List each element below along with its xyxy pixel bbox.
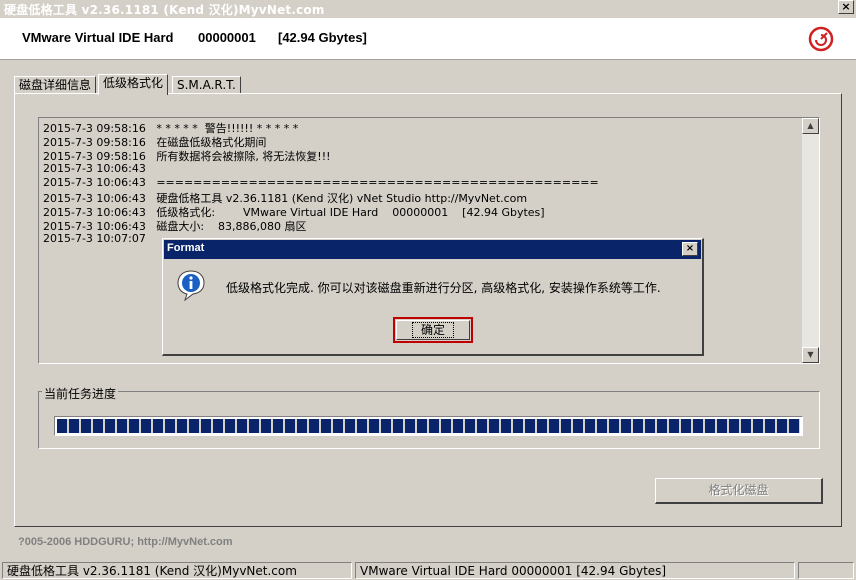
status-app: 硬盘低格工具 v2.36.1181 (Kend 汉化)MyvNet.com	[2, 562, 352, 579]
dialog-close-button[interactable]: ×	[682, 242, 698, 256]
dialog-message: 低级格式化完成. 你可以对该磁盘重新进行分区, 高级格式化, 安装操作系统等工作…	[226, 281, 661, 295]
scroll-down-button[interactable]: ▼	[802, 347, 819, 363]
log-scrollbar[interactable]: ▲ ▼	[802, 118, 819, 363]
log-line: 2015-7-3 10:06:43 ======================…	[43, 176, 599, 189]
status-bar: 硬盘低格工具 v2.36.1181 (Kend 汉化)MyvNet.com VM…	[0, 561, 856, 580]
drive-size: [42.94 Gbytes]	[278, 30, 367, 45]
drive-model: VMware Virtual IDE Hard	[22, 30, 174, 45]
dialog-title-bar: Format ×	[164, 240, 701, 259]
status-extra	[798, 562, 854, 579]
format-dialog: Format × 低级格式化完成. 你可以对该磁盘重新进行分区, 高级格式化, …	[162, 238, 704, 356]
ok-button-label: 确定	[411, 322, 454, 338]
window-close-button[interactable]: ×	[838, 0, 854, 14]
format-disk-button[interactable]: 格式化磁盘	[655, 478, 823, 504]
progress-label: 当前任务进度	[42, 385, 119, 402]
tab-disk-details[interactable]: 磁盘详细信息	[14, 76, 97, 94]
progress-bar	[54, 416, 803, 436]
info-icon	[177, 270, 205, 301]
title-bar: 硬盘低格工具 v2.36.1181 (Kend 汉化)MyvNet.com ×	[0, 0, 856, 18]
status-drive: VMware Virtual IDE Hard 00000001 [42.94 …	[355, 562, 795, 579]
drive-header: VMware Virtual IDE Hard 00000001 [42.94 …	[0, 18, 856, 60]
drive-serial: 00000001	[198, 30, 256, 45]
progress-fill	[57, 419, 800, 433]
hddguru-logo-icon	[808, 26, 834, 52]
scroll-up-button[interactable]: ▲	[802, 118, 819, 134]
ok-button[interactable]: 确定	[396, 320, 470, 340]
copyright-text: ?005-2006 HDDGURU; http://MyvNet.com	[18, 536, 233, 548]
window-title: 硬盘低格工具 v2.36.1181 (Kend 汉化)MyvNet.com	[4, 3, 325, 17]
tab-low-level-format[interactable]: 低级格式化	[98, 74, 169, 95]
ok-button-highlight: 确定	[393, 317, 473, 343]
log-line: 2015-7-3 10:07:07	[43, 232, 146, 245]
dialog-title: Format	[167, 242, 205, 254]
log-line: 2015-7-3 10:06:43	[43, 162, 146, 175]
tab-smart[interactable]: S.M.A.R.T.	[172, 76, 241, 94]
